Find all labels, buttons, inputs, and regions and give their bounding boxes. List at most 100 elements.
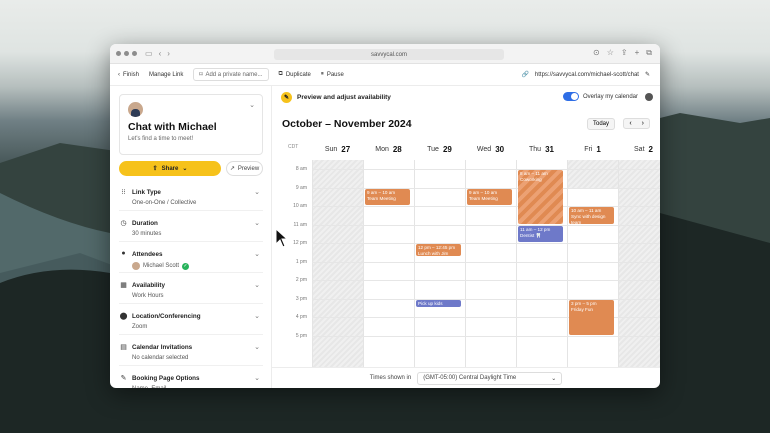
section-value: One-on-One / Collective: [132, 200, 263, 206]
app-toolbar: ‹ Finish Manage Link ⌑ Add a private name.…: [110, 64, 660, 86]
calendar-event[interactable]: Pick up kids: [416, 299, 461, 307]
chevron-down-icon[interactable]: ⌄: [254, 343, 260, 351]
hour-gridline: [312, 224, 660, 226]
settings-section[interactable]: ● Attendees Michael Scott ✓ ⌄: [119, 242, 263, 273]
section-title: Link Type: [132, 189, 161, 196]
section-value: Zoom: [132, 324, 263, 330]
edit-url-icon[interactable]: ✎: [645, 71, 650, 78]
next-week-button[interactable]: ›: [637, 119, 649, 128]
share-button[interactable]: ⇧ Share ⌄: [119, 161, 221, 176]
calendar-panel: ✎ Preview and adjust availability Overla…: [272, 86, 660, 388]
mouse-cursor-icon: [275, 228, 289, 248]
browser-actions: ⊙ ☆ ⇪ + ⧉: [593, 48, 652, 58]
section-title: Booking Page Options: [132, 375, 200, 382]
chevron-down-icon[interactable]: ⌄: [254, 374, 260, 382]
link-subtitle: Let's find a time to meet!: [128, 136, 194, 142]
browser-titlebar: ▭ ‹ › savvycal.com ⊙ ☆ ⇪ + ⧉: [110, 44, 660, 64]
tabs-overview-icon[interactable]: ⧉: [646, 48, 652, 58]
calendar-event[interactable]: 10 am – 11 am Sync with design team: [569, 207, 614, 224]
settings-section[interactable]: ⬤ Location/Conferencing Zoom ⌄: [119, 304, 263, 335]
month-header: October – November 2024 Today ‹ ›: [272, 109, 660, 138]
day-number: 1: [596, 144, 601, 154]
day-of-week: Wed: [476, 145, 492, 153]
day-of-week: Thu: [529, 145, 542, 153]
attendee-avatar: [132, 262, 140, 270]
day-number: 27: [341, 144, 351, 154]
hour-label: 2 pm: [295, 277, 307, 284]
day-of-week: Sun: [324, 145, 338, 153]
calendar-event[interactable]: 3 pm – 5 pm Friday Fun: [569, 299, 614, 335]
section-value: Work Hours: [132, 293, 263, 299]
public-link: 🔗 https://savvycal.com/michael-scott/cha…: [521, 71, 650, 79]
bookmark-star-icon[interactable]: ☆: [607, 48, 614, 58]
manage-link-button[interactable]: Manage Link: [149, 72, 183, 78]
section-title: Attendees: [132, 251, 163, 258]
calendar-event[interactable]: 8 am – 11 am Coworking: [518, 170, 563, 224]
hour-label: 1 pm: [295, 258, 307, 265]
today-button[interactable]: Today: [586, 118, 615, 130]
avatar: [128, 102, 143, 117]
hour-gridline: [312, 261, 660, 263]
day-column[interactable]: [618, 160, 660, 368]
card-actions: ⇧ Share ⌄ ↗ Preview: [119, 161, 263, 176]
forward-arrow-icon[interactable]: ›: [167, 49, 170, 58]
verified-check-icon: ✓: [182, 262, 190, 270]
timezone-select[interactable]: (GMT-05:00) Central Daylight Time ⌄: [417, 371, 563, 385]
download-icon[interactable]: ⊙: [593, 48, 600, 58]
calendar-event[interactable]: 9 am – 10 am Team Meeting: [365, 188, 410, 206]
share-icon[interactable]: ⇪: [621, 48, 628, 58]
settings-section[interactable]: ◷ Duration 30 minutes ⌄: [119, 211, 263, 242]
day-of-week: Mon: [375, 145, 389, 153]
preview-button[interactable]: ↗ Preview: [226, 161, 263, 176]
prev-week-button[interactable]: ‹: [624, 119, 636, 128]
location-pin-icon: ⬤: [119, 313, 128, 320]
duplicate-button[interactable]: ⧉ Duplicate: [279, 71, 311, 78]
finish-label: Finish: [123, 71, 140, 78]
event-title: Pick up kids: [418, 300, 443, 306]
chevron-down-icon[interactable]: ⌄: [249, 101, 255, 109]
chevron-down-icon[interactable]: ⌄: [254, 188, 260, 196]
week-navigation: ‹ ›: [623, 118, 650, 129]
duplicate-label: Duplicate: [285, 71, 311, 78]
chevron-down-icon: ⌄: [551, 375, 557, 382]
preview-title: Preview and adjust availability: [297, 94, 391, 101]
hour-gridline: [312, 243, 660, 245]
chevron-down-icon[interactable]: ⌄: [254, 312, 260, 320]
browser-window: ▭ ‹ › savvycal.com ⊙ ☆ ⇪ + ⧉ ‹ Finish Man…: [110, 44, 660, 388]
calendar-event[interactable]: 11 am – 12 pm Dentist 🦷: [518, 225, 563, 243]
clock-icon: ◷: [120, 220, 127, 227]
new-tab-icon[interactable]: +: [635, 48, 640, 58]
day-number: 30: [495, 144, 505, 154]
day-column[interactable]: [414, 160, 465, 368]
edit-icon: ✎: [120, 375, 127, 382]
finish-button[interactable]: ‹ Finish: [118, 72, 139, 78]
gear-icon[interactable]: [645, 92, 653, 101]
share-label: Share: [161, 165, 179, 172]
pause-button[interactable]: ⏸ Pause: [321, 71, 344, 78]
chevron-down-icon[interactable]: ⌄: [254, 281, 260, 289]
timezone-abbrev: CDT: [288, 144, 299, 150]
chevron-down-icon[interactable]: ⌄: [254, 250, 260, 258]
section-value-text: Zoom: [132, 324, 148, 330]
public-url[interactable]: https://savvycal.com/michael-scott/chat: [535, 72, 639, 78]
overlay-toggle[interactable]: [562, 92, 579, 101]
day-column[interactable]: [567, 160, 618, 368]
address-bar[interactable]: savvycal.com: [274, 49, 504, 60]
day-column[interactable]: [312, 160, 363, 368]
today-label: Today: [592, 121, 609, 127]
calendar-event[interactable]: 9 am – 10 am Team Meeting: [467, 188, 512, 206]
chevron-down-icon[interactable]: ⌄: [254, 219, 260, 227]
calendar-event[interactable]: 12 pm – 12:45 pm Lunch with Jim: [416, 244, 461, 257]
settings-section[interactable]: ⁝⁝ Link Type One-on-One / Collective ⌄: [119, 180, 263, 211]
day-header: Sat 2: [618, 138, 660, 160]
section-value-text: One-on-One / Collective: [132, 200, 197, 206]
sidebar-toggle-icon[interactable]: ▭: [145, 49, 153, 58]
private-name-input[interactable]: ⌑ Add a private name...: [193, 68, 269, 81]
settings-section[interactable]: ▦ Availability Work Hours ⌄: [119, 273, 263, 304]
window-controls[interactable]: [116, 51, 137, 56]
settings-section[interactable]: ▤ Calendar Invitations No calendar selecte…: [119, 335, 263, 366]
month-title: October – November 2024: [282, 117, 412, 130]
back-arrow-icon[interactable]: ‹: [159, 49, 162, 58]
grid-icon: ▦: [120, 282, 127, 289]
settings-section[interactable]: ✎ Booking Page Options Name, Email ⌄: [119, 366, 263, 388]
